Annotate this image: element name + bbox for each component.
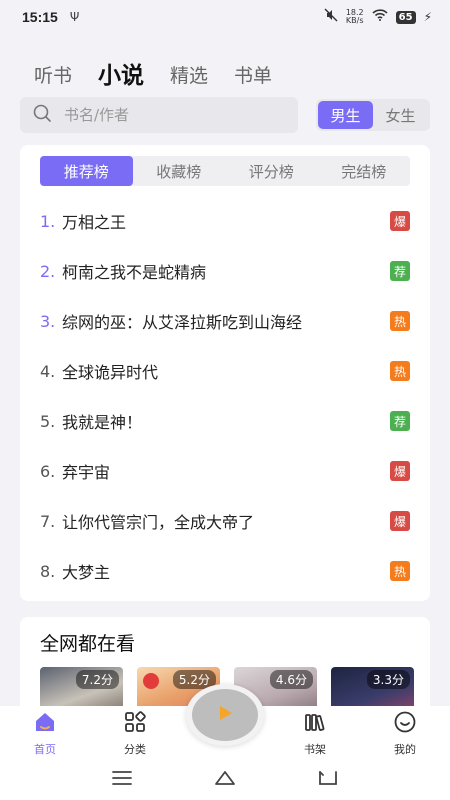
search-row: 男生 女生 — [20, 97, 430, 133]
nav-category[interactable]: 分类 — [90, 706, 180, 760]
rank-number: 3. — [40, 311, 56, 331]
status-icons: 18.2 KB/s 65 ⚡ — [324, 8, 432, 26]
search-input[interactable] — [64, 106, 264, 124]
book-title: 让你代管宗门，全成大帝了 — [62, 513, 255, 532]
book-title: 综网的巫：从艾泽拉斯吃到山海经 — [62, 313, 303, 332]
net-speed: 18.2 KB/s — [346, 9, 364, 25]
top-tabs: 听书 小说 精选 书单 — [0, 46, 450, 90]
mute-icon — [324, 8, 338, 26]
nav-home[interactable]: 首页 — [0, 706, 90, 760]
nav-mine-label: 我的 — [394, 742, 416, 756]
category-icon — [123, 710, 147, 738]
score-badge: 7.2分 — [75, 670, 119, 689]
back-icon — [317, 769, 339, 791]
list-item[interactable]: 8. 大梦主 热 — [20, 546, 430, 596]
search-box[interactable] — [20, 97, 298, 133]
rank-number: 8. — [40, 561, 56, 581]
rank-number: 1. — [40, 211, 56, 231]
usb-icon: Ψ — [69, 10, 80, 24]
gender-toggle: 男生 女生 — [316, 99, 430, 131]
nav-bookshelf[interactable]: 书架 — [270, 706, 360, 760]
book-title: 万相之王 — [62, 213, 127, 232]
nav-bookshelf-label: 书架 — [304, 742, 326, 756]
section-title: 全网都在看 — [40, 633, 136, 655]
home-system-button[interactable] — [210, 768, 240, 792]
status-bar: 15:15 Ψ 18.2 KB/s 65 ⚡ — [0, 0, 450, 34]
trending-badge: 热 — [390, 311, 410, 331]
wifi-icon — [372, 9, 388, 25]
gender-female-button[interactable]: 女生 — [373, 101, 428, 129]
nav-category-label: 分类 — [124, 742, 146, 756]
score-badge: 3.3分 — [366, 670, 410, 689]
trending-badge: 热 — [390, 561, 410, 581]
list-item[interactable]: 7. 让你代管宗门，全成大帝了 爆 — [20, 496, 430, 546]
list-item[interactable]: 3. 综网的巫：从艾泽拉斯吃到山海经 热 — [20, 296, 430, 346]
book-title: 柯南之我不是蛇精病 — [62, 263, 207, 282]
rank-number: 6. — [40, 461, 56, 481]
back-button[interactable] — [313, 768, 343, 792]
audio-play-button[interactable] — [186, 684, 264, 746]
trending-badge: 热 — [390, 361, 410, 381]
recommend-badge: 荐 — [390, 261, 410, 281]
ranking-list: 1. 万相之王 爆 2. 柯南之我不是蛇精病 荐 3. 综网的巫：从艾泽拉斯吃到… — [20, 196, 430, 596]
home-icon — [33, 710, 57, 738]
nav-mine[interactable]: 我的 — [360, 706, 450, 760]
tab-audiobook[interactable]: 听书 — [34, 62, 72, 90]
system-nav-bar — [0, 760, 450, 800]
bookshelf-icon — [303, 710, 327, 738]
menu-button[interactable] — [107, 768, 137, 792]
nav-home-label: 首页 — [34, 742, 56, 756]
tab-booklist[interactable]: 书单 — [234, 62, 272, 90]
battery-indicator: 65 — [395, 10, 416, 24]
play-icon — [215, 703, 235, 727]
tab-rating-rank[interactable]: 评分榜 — [225, 156, 318, 186]
list-item[interactable]: 4. 全球诡异时代 热 — [20, 346, 430, 396]
book-title: 大梦主 — [62, 563, 111, 582]
net-speed-unit: KB/s — [345, 16, 364, 25]
hot-badge: 爆 — [390, 461, 410, 481]
gender-male-button[interactable]: 男生 — [318, 101, 373, 129]
score-badge: 4.6分 — [269, 670, 313, 689]
book-title: 全球诡异时代 — [62, 363, 159, 382]
hot-badge: 爆 — [390, 511, 410, 531]
rank-number: 2. — [40, 261, 56, 281]
ranking-tabs: 推荐榜 收藏榜 评分榜 完结榜 — [40, 156, 410, 186]
list-item[interactable]: 2. 柯南之我不是蛇精病 荐 — [20, 246, 430, 296]
rank-number: 5. — [40, 411, 56, 431]
tab-featured[interactable]: 精选 — [170, 62, 208, 90]
list-item[interactable]: 6. 弃宇宙 爆 — [20, 446, 430, 496]
search-icon — [32, 103, 52, 127]
rank-number: 4. — [40, 361, 56, 381]
rank-number: 7. — [40, 511, 56, 531]
cover-seal — [143, 673, 159, 689]
tab-novel[interactable]: 小说 — [98, 62, 144, 90]
list-item[interactable]: 5. 我就是神！ 荐 — [20, 396, 430, 446]
hot-badge: 爆 — [390, 211, 410, 231]
tab-favorite-rank[interactable]: 收藏榜 — [133, 156, 226, 186]
status-time: 15:15 — [22, 9, 58, 25]
ranking-card: 推荐榜 收藏榜 评分榜 完结榜 1. 万相之王 爆 2. 柯南之我不是蛇精病 荐… — [20, 145, 430, 601]
play-button-disc — [192, 689, 258, 741]
list-item[interactable]: 1. 万相之王 爆 — [20, 196, 430, 246]
charging-icon: ⚡ — [423, 10, 432, 24]
tab-finished-rank[interactable]: 完结榜 — [318, 156, 411, 186]
book-title: 我就是神！ — [62, 413, 143, 432]
book-title: 弃宇宙 — [62, 463, 111, 482]
recommend-badge: 荐 — [390, 411, 410, 431]
profile-icon — [393, 710, 417, 738]
tab-recommend-rank[interactable]: 推荐榜 — [40, 156, 133, 186]
menu-icon — [111, 769, 133, 791]
home-outline-icon — [214, 769, 236, 791]
